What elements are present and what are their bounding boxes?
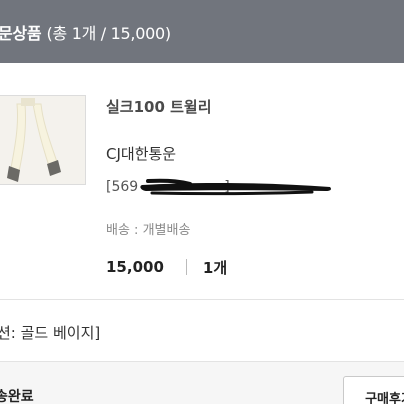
- order-header-title: 문상품 (총 1개 / 15,000): [0, 20, 171, 44]
- item-price: 15,000: [106, 258, 164, 276]
- price-quantity-row: 15,000 1개: [106, 257, 227, 277]
- order-item-card[interactable]: 실크100 트윌리 CJ대한통운 [569] 배송 : 개별배송 15,000 …: [0, 63, 404, 300]
- courier-name: CJ대한통운: [106, 145, 177, 163]
- item-quantity: 1개: [202, 258, 228, 277]
- shipping-type: 배송 : 개별배송: [106, 223, 191, 238]
- price-quantity-divider: [185, 259, 187, 275]
- product-name[interactable]: 실크100 트윌리: [106, 96, 212, 117]
- delivery-status: 송완료: [0, 389, 34, 404]
- product-thumbnail[interactable]: [0, 95, 86, 185]
- header-title-text: 문상품: [0, 24, 42, 43]
- tracking-redaction-mark: [140, 178, 331, 196]
- selected-option: 션: 골드 베이지]: [0, 324, 101, 342]
- order-status-row: 송완료 구매후기: [0, 362, 404, 404]
- option-row: 션: 골드 베이지]: [0, 300, 404, 362]
- scarf-image-icon: [0, 96, 85, 184]
- write-review-button[interactable]: 구매후기: [343, 376, 404, 404]
- header-count: (총 1개 / 15,000): [46, 24, 172, 43]
- order-header: 문상품 (총 1개 / 15,000): [0, 0, 404, 63]
